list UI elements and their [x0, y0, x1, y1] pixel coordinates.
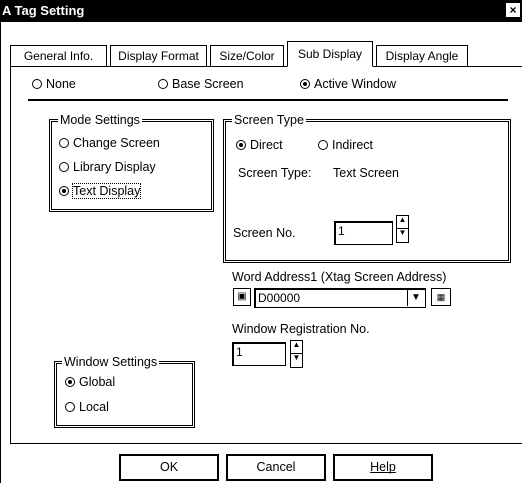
- window-registration-label: Window Registration No.: [232, 322, 370, 336]
- tab-display-format[interactable]: Display Format: [110, 45, 207, 67]
- radio-global[interactable]: Global: [65, 375, 115, 389]
- word-address-input[interactable]: D00000: [254, 288, 426, 308]
- mode-settings-legend: Mode Settings: [58, 113, 142, 127]
- window-frame-left: [0, 22, 1, 483]
- radio-indirect-label: Indirect: [332, 138, 373, 152]
- radio-local[interactable]: Local: [65, 400, 109, 414]
- ok-button[interactable]: OK: [119, 454, 219, 481]
- screen-no-input[interactable]: 1: [334, 221, 393, 245]
- radio-checked-icon: [65, 377, 75, 387]
- radio-global-label: Global: [79, 375, 116, 389]
- cancel-button[interactable]: Cancel: [226, 454, 326, 481]
- tab-general-info[interactable]: General Info.: [10, 45, 107, 67]
- radio-direct[interactable]: Direct: [236, 138, 283, 152]
- close-icon: ×: [509, 3, 517, 17]
- close-button[interactable]: ×: [505, 2, 521, 18]
- radio-direct-label: Direct: [250, 138, 283, 152]
- radio-icon: [59, 138, 69, 148]
- radio-icon: [32, 79, 42, 89]
- window-registration-input[interactable]: 1: [232, 342, 286, 366]
- screen-no-label: Screen No.: [233, 226, 296, 240]
- radio-checked-icon: [59, 186, 69, 196]
- radio-icon: [318, 140, 328, 150]
- help-button-label: Help: [370, 460, 396, 474]
- radio-none[interactable]: None: [32, 77, 76, 91]
- tab-size-color[interactable]: Size/Color: [210, 45, 284, 67]
- radio-library-display[interactable]: Library Display: [59, 160, 156, 174]
- window-settings-group: [54, 361, 195, 428]
- radio-none-label: None: [46, 77, 76, 91]
- tab-strip-divider: [10, 66, 522, 67]
- screen-type-value: Text Screen: [333, 166, 400, 180]
- window-registration-stepper[interactable]: ▲ ▼: [290, 340, 303, 368]
- address-input-icon[interactable]: ▣: [233, 288, 251, 306]
- screen-no-stepper[interactable]: ▲ ▼: [396, 215, 409, 243]
- panel-border-bottom: [10, 443, 522, 444]
- radio-base-screen-label: Base Screen: [172, 77, 244, 91]
- separator-line: [28, 99, 508, 101]
- radio-icon: [59, 162, 69, 172]
- radio-active-window-label: Active Window: [314, 77, 396, 91]
- radio-local-label: Local: [79, 400, 109, 414]
- radio-indirect[interactable]: Indirect: [318, 138, 373, 152]
- radio-active-window[interactable]: Active Window: [300, 77, 396, 91]
- radio-change-screen-label: Change Screen: [73, 136, 160, 150]
- radio-text-display-label: Text Display: [71, 183, 142, 199]
- help-button[interactable]: Help: [333, 454, 433, 481]
- window-title-bar: A Tag Setting: [0, 0, 522, 22]
- radio-library-display-label: Library Display: [73, 160, 156, 174]
- window-settings-legend: Window Settings: [62, 355, 160, 369]
- radio-change-screen[interactable]: Change Screen: [59, 136, 160, 150]
- radio-checked-icon: [236, 140, 246, 150]
- word-address-label: Word Address1 (Xtag Screen Address): [232, 270, 447, 284]
- radio-text-display[interactable]: Text Display: [59, 183, 142, 199]
- screen-type-label: Screen Type:: [238, 166, 312, 180]
- tab-display-angle[interactable]: Display Angle: [376, 45, 468, 67]
- spin-down-icon[interactable]: ▼: [397, 229, 408, 242]
- spin-down-icon[interactable]: ▼: [291, 354, 302, 367]
- tab-sub-display[interactable]: Sub Display: [287, 41, 373, 67]
- window-title: A Tag Setting: [2, 3, 85, 18]
- radio-icon: [65, 402, 75, 412]
- chevron-down-icon[interactable]: ▼: [407, 290, 424, 306]
- radio-base-screen[interactable]: Base Screen: [158, 77, 244, 91]
- keypad-icon[interactable]: ▦: [431, 288, 451, 306]
- radio-checked-icon: [300, 79, 310, 89]
- panel-border-left: [10, 66, 11, 444]
- screen-type-legend: Screen Type: [232, 113, 306, 127]
- radio-icon: [158, 79, 168, 89]
